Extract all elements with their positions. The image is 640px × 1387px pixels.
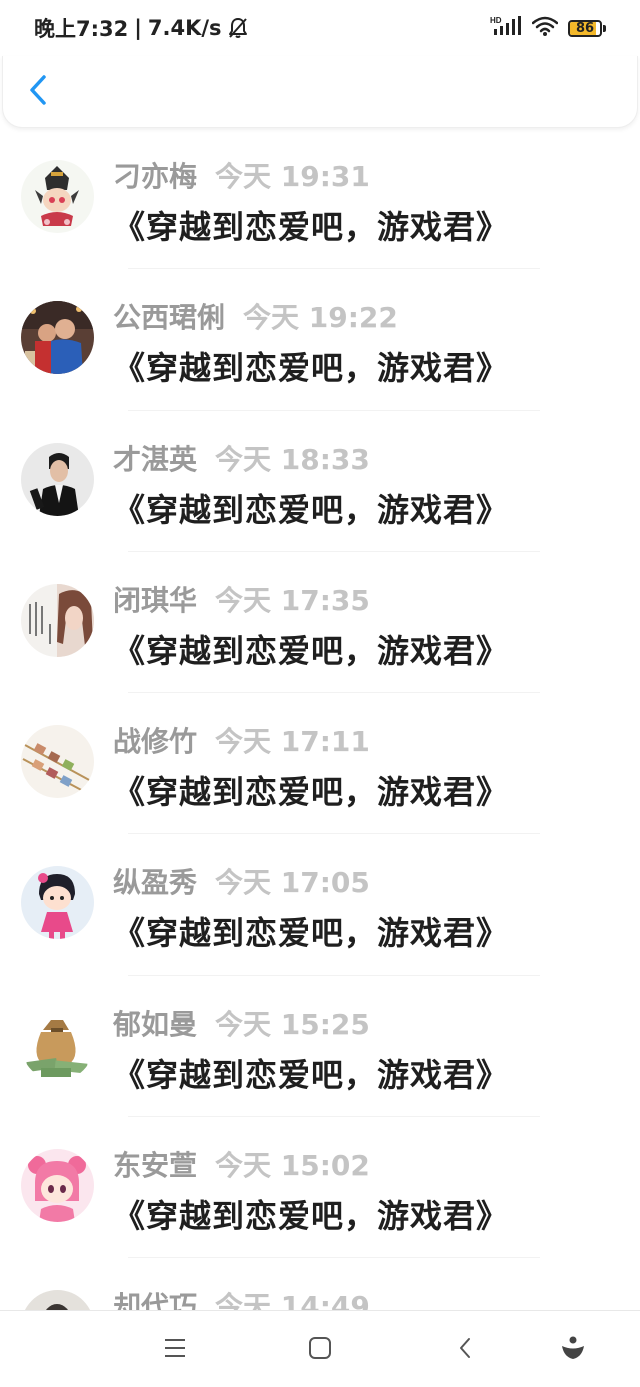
list-item[interactable]: 刁亦梅 今天 19:31 《穿越到恋爱吧，游戏君》 xyxy=(0,128,640,270)
status-time: 晚上7:32 xyxy=(34,17,129,41)
message-text: 《穿越到恋爱吧，游戏君》 xyxy=(113,490,510,529)
message-time: 今天 19:31 xyxy=(215,160,370,193)
sender-name: 才湛英 xyxy=(113,442,198,476)
home-icon xyxy=(308,1336,332,1364)
message-meta: 却代巧 今天 14:49 xyxy=(113,1285,370,1310)
message-time: 今天 14:49 xyxy=(215,1290,370,1310)
message-text: 《穿越到恋爱吧，游戏君》 xyxy=(113,631,510,670)
message-time: 今天 15:02 xyxy=(215,1149,370,1183)
avatar-photo-girl xyxy=(21,583,94,657)
sender-name: 战修竹 xyxy=(113,725,198,759)
message-meta: 闭琪华 今天 17:35 xyxy=(113,579,370,619)
message-time: 今天 15:25 xyxy=(215,1007,370,1041)
hd-label: HD xyxy=(490,16,502,25)
signal-icon: HD xyxy=(490,15,522,41)
avatar-photo-people xyxy=(21,301,94,375)
avatar[interactable] xyxy=(21,442,94,516)
back-icon xyxy=(457,1336,473,1364)
back-button[interactable] xyxy=(23,74,53,110)
menu-icon xyxy=(163,1337,187,1363)
avatar[interactable] xyxy=(21,1149,94,1223)
message-time: 今天 18:33 xyxy=(215,442,370,476)
battery-level: 86 xyxy=(575,20,595,36)
battery-tip xyxy=(603,24,606,32)
avatar-cartoon-warrior xyxy=(21,160,94,233)
avatar-skewers xyxy=(21,725,94,799)
message-text: 《穿越到恋爱吧，游戏君》 xyxy=(113,914,510,953)
avatar-pink-anime xyxy=(21,1149,94,1223)
avatar-partial xyxy=(21,1290,94,1310)
status-bar: 晚上7:32 | 7.4K/s HD 86 xyxy=(0,0,640,56)
status-separator: | xyxy=(134,16,142,40)
message-meta: 东安萱 今天 15:02 xyxy=(113,1144,370,1184)
avatar[interactable] xyxy=(21,583,94,657)
list-item[interactable]: 郁如曼 今天 15:25 《穿越到恋爱吧，游戏君》 xyxy=(0,976,640,1118)
message-text: 《穿越到恋爱吧，游戏君》 xyxy=(113,1055,510,1094)
avatar-cartoon-girl xyxy=(21,866,94,940)
navigation-bar xyxy=(0,1310,640,1387)
list-item[interactable]: 纵盈秀 今天 17:05 《穿越到恋爱吧，游戏君》 xyxy=(0,834,640,976)
sender-name: 郁如曼 xyxy=(113,1007,198,1041)
chevron-left-icon xyxy=(28,74,48,110)
message-text: 《穿越到恋爱吧，游戏君》 xyxy=(113,773,510,812)
message-meta: 郁如曼 今天 15:25 xyxy=(113,1003,370,1043)
battery-body: 86 xyxy=(568,19,602,37)
message-time: 今天 19:22 xyxy=(243,301,398,335)
home-button[interactable] xyxy=(305,1335,335,1365)
list-item[interactable]: 闭琪华 今天 17:35 《穿越到恋爱吧，游戏君》 xyxy=(0,552,640,694)
bell-off-icon xyxy=(228,17,248,39)
avatar[interactable] xyxy=(21,160,94,233)
header xyxy=(2,56,638,128)
avatar[interactable] xyxy=(21,301,94,375)
message-meta: 才湛英 今天 18:33 xyxy=(113,438,370,478)
avatar[interactable] xyxy=(21,1290,94,1310)
list-item[interactable]: 战修竹 今天 17:11 《穿越到恋爱吧，游戏君》 xyxy=(0,693,640,835)
sender-name: 闭琪华 xyxy=(113,583,198,617)
nav-back-button[interactable] xyxy=(450,1335,480,1365)
status-left: 晚上7:32 | 7.4K/s xyxy=(34,13,248,43)
list-item[interactable]: 却代巧 今天 14:49 xyxy=(0,1258,640,1310)
sender-name: 却代巧 xyxy=(113,1290,198,1310)
assistant-button[interactable] xyxy=(558,1335,588,1365)
sender-name: 东安萱 xyxy=(113,1149,198,1183)
wifi-icon xyxy=(531,16,559,40)
menu-button[interactable] xyxy=(160,1335,190,1365)
avatar[interactable] xyxy=(21,1007,94,1081)
assistant-icon xyxy=(560,1335,586,1365)
network-speed: 7.4K/s xyxy=(147,16,222,40)
message-list[interactable]: 刁亦梅 今天 19:31 《穿越到恋爱吧，游戏君》 公西珺俐 今天 19:22 xyxy=(0,128,640,1310)
message-text: 《穿越到恋爱吧，游戏君》 xyxy=(113,1197,510,1236)
status-right: HD 86 xyxy=(490,15,606,41)
sender-name: 刁亦梅 xyxy=(113,160,198,193)
avatar-photo-man xyxy=(21,442,94,516)
message-time: 今天 17:05 xyxy=(215,866,370,900)
message-meta: 刁亦梅 今天 19:31 xyxy=(113,155,370,195)
message-meta: 公西珺俐 今天 19:22 xyxy=(113,296,398,336)
sender-name: 公西珺俐 xyxy=(113,301,226,335)
message-text: 《穿越到恋爱吧，游戏君》 xyxy=(113,208,510,246)
message-text: 《穿越到恋爱吧，游戏君》 xyxy=(113,349,510,388)
avatar-money-bag xyxy=(21,1007,94,1081)
message-time: 今天 17:11 xyxy=(215,725,370,759)
battery-icon: 86 xyxy=(568,19,606,37)
message-time: 今天 17:35 xyxy=(215,583,370,617)
message-meta: 纵盈秀 今天 17:05 xyxy=(113,861,370,901)
avatar[interactable] xyxy=(21,866,94,940)
list-item[interactable]: 东安萱 今天 15:02 《穿越到恋爱吧，游戏君》 xyxy=(0,1117,640,1259)
sender-name: 纵盈秀 xyxy=(113,866,198,900)
avatar[interactable] xyxy=(21,725,94,799)
list-item[interactable]: 才湛英 今天 18:33 《穿越到恋爱吧，游戏君》 xyxy=(0,411,640,552)
list-item[interactable]: 公西珺俐 今天 19:22 《穿越到恋爱吧，游戏君》 xyxy=(0,269,640,411)
message-meta: 战修竹 今天 17:11 xyxy=(113,720,370,760)
